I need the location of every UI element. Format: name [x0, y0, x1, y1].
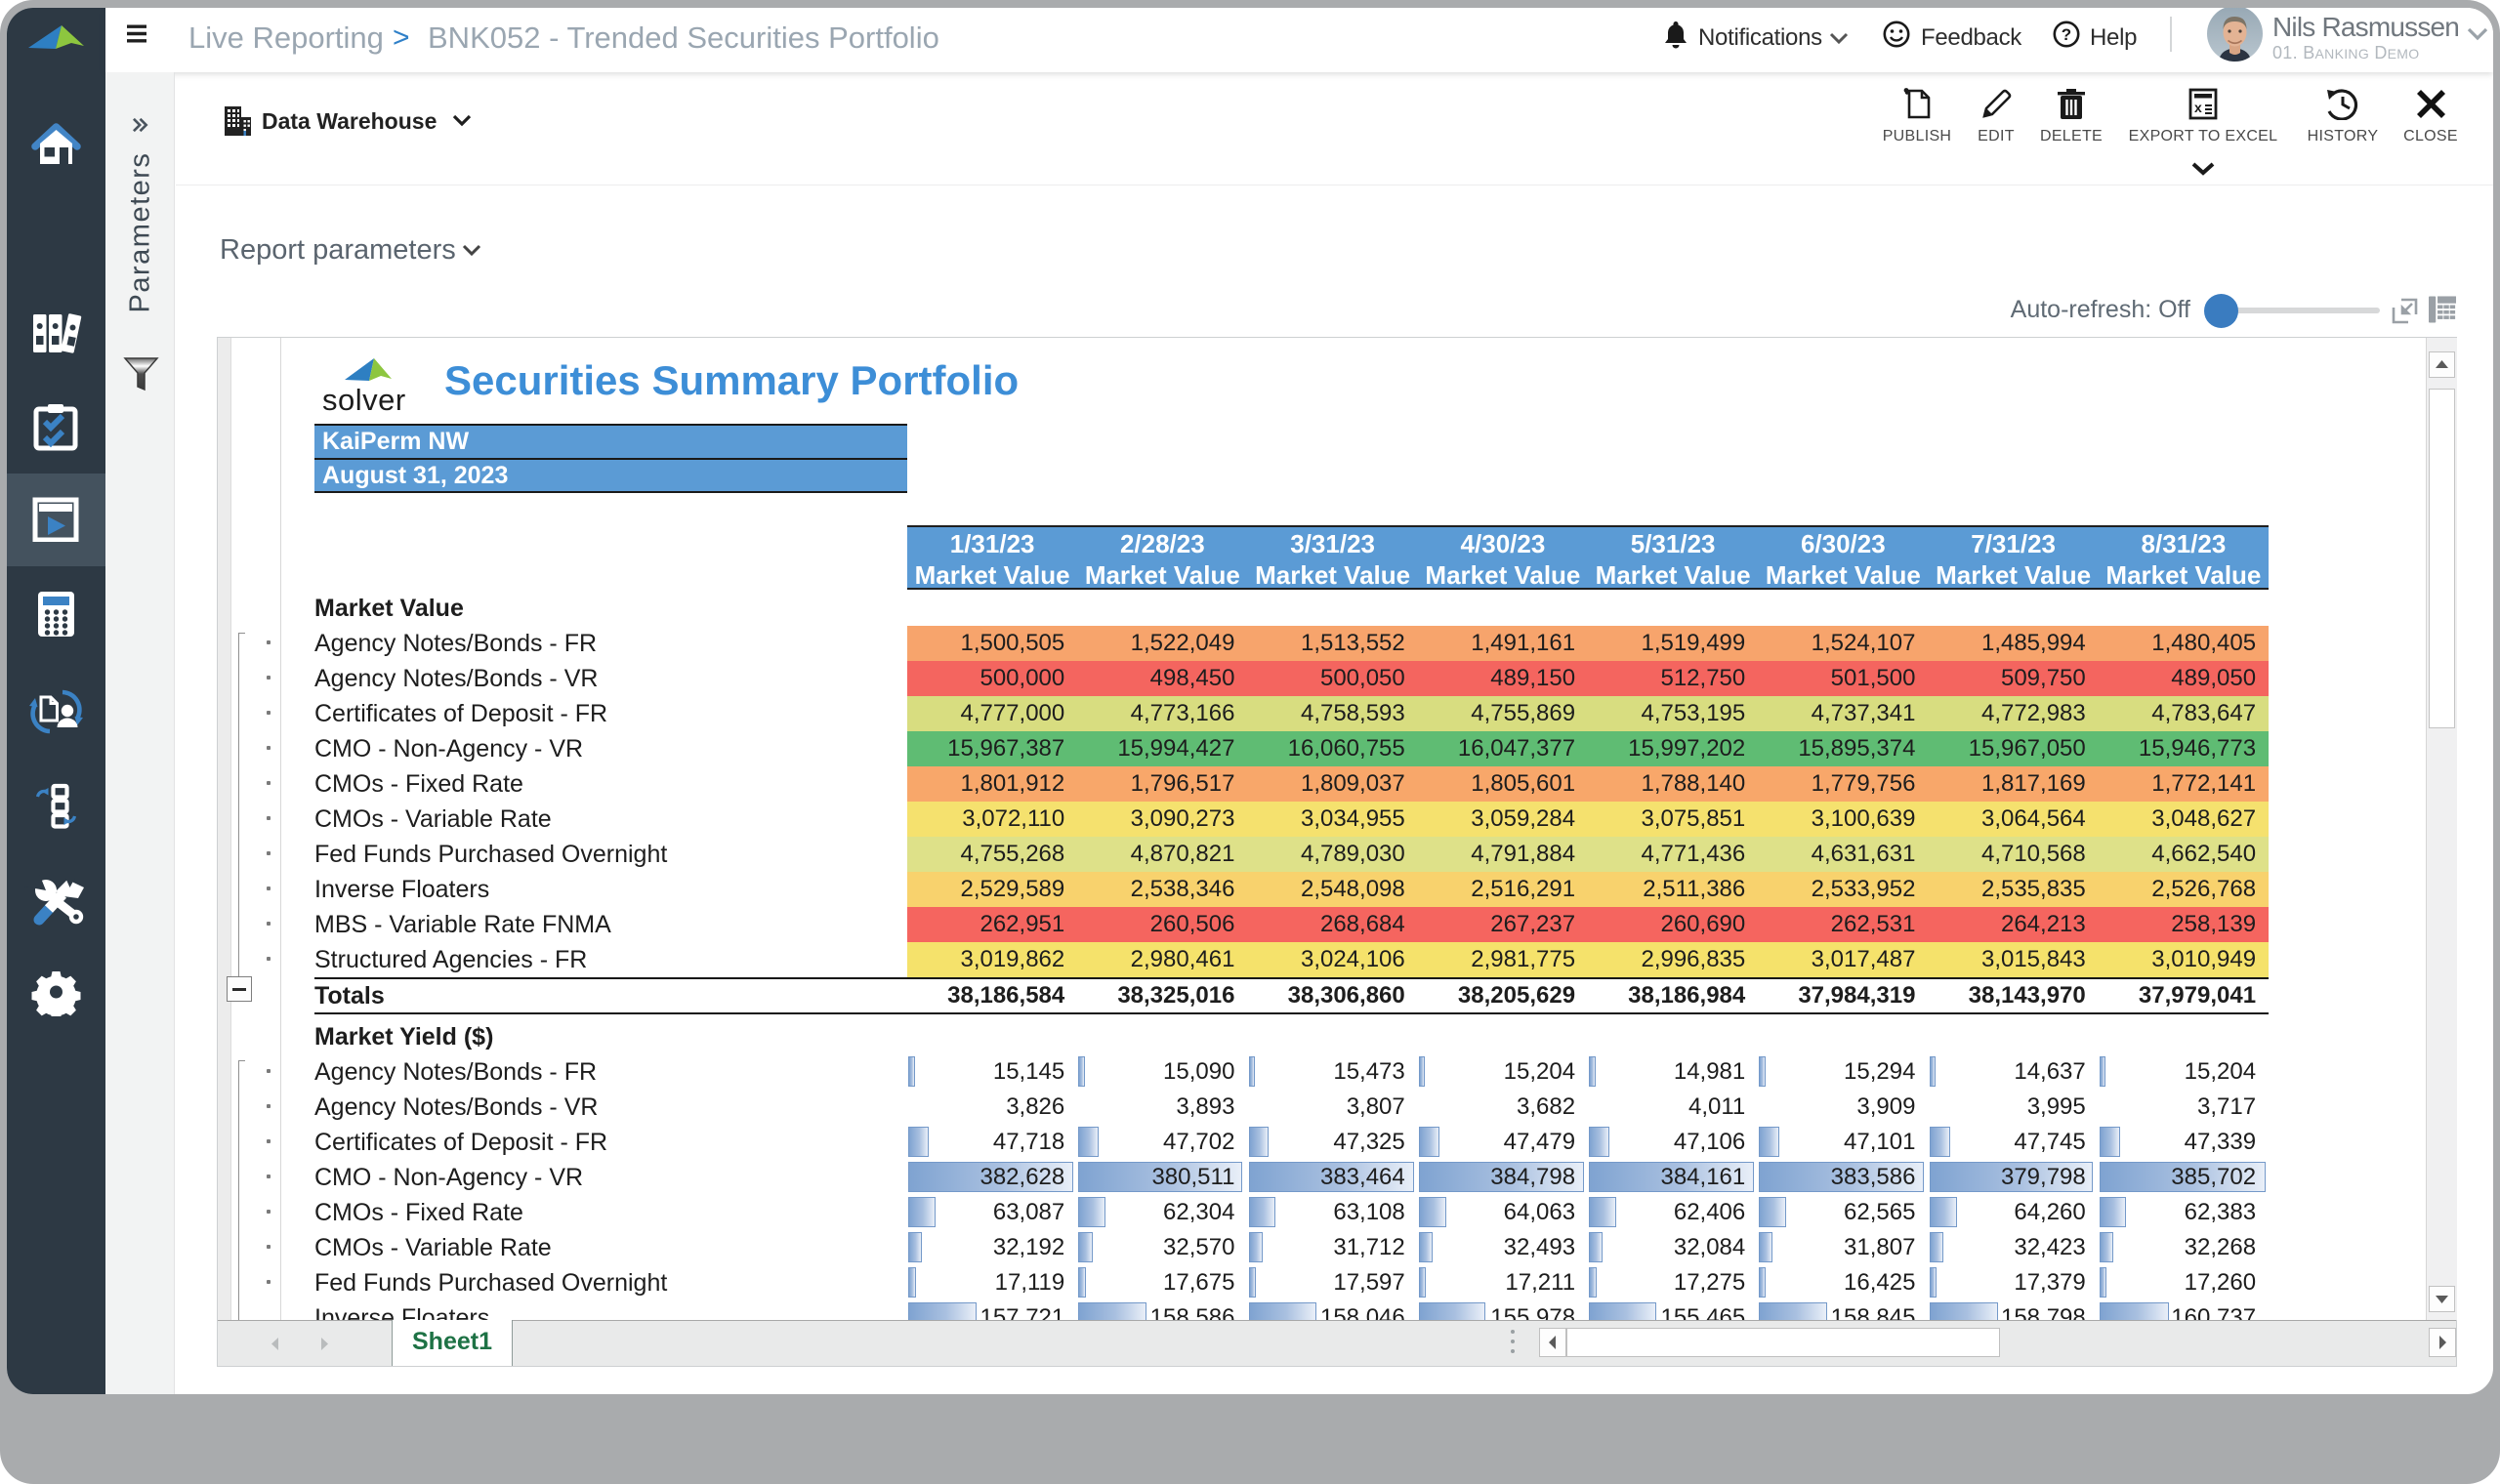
- svg-text:x: x: [2194, 100, 2202, 115]
- svg-text:?: ?: [2062, 25, 2071, 44]
